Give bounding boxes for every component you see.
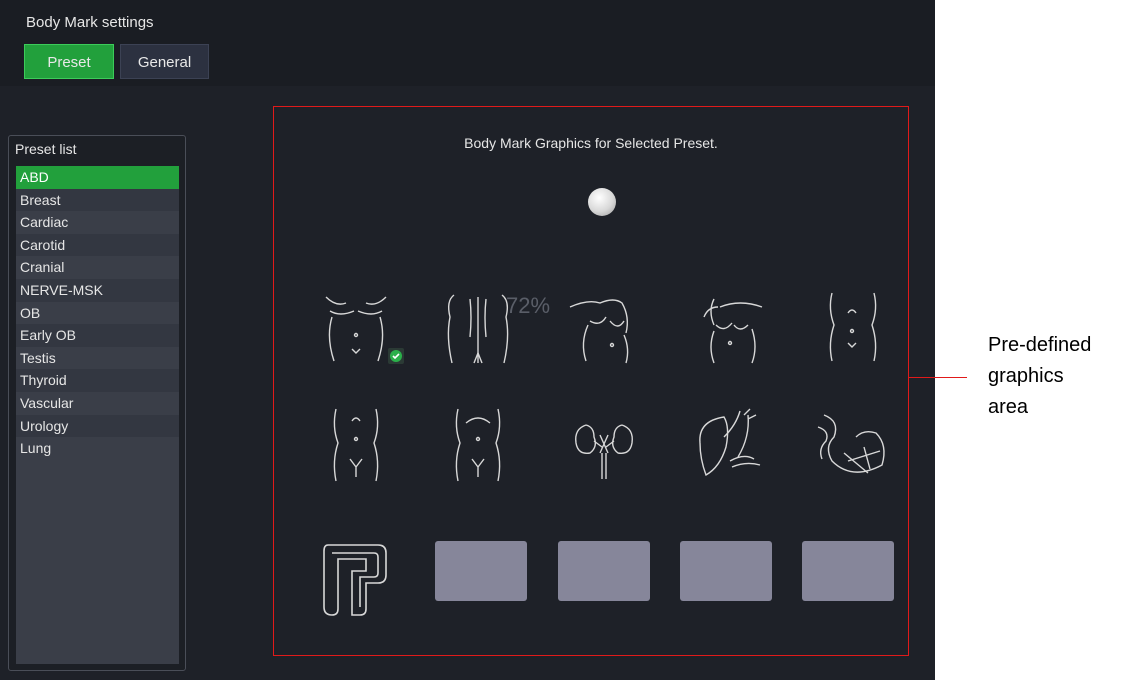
preset-list-header: Preset list: [15, 141, 77, 157]
probe-icon[interactable]: [304, 527, 400, 623]
preset-item-breast[interactable]: Breast: [16, 188, 179, 212]
empty-graphic-slot[interactable]: [558, 541, 650, 601]
preset-item-cardiac[interactable]: Cardiac: [16, 211, 179, 234]
breast-left-icon[interactable]: [560, 277, 656, 373]
abdomen-lower-icon[interactable]: [308, 397, 404, 493]
tab-general[interactable]: General: [120, 44, 209, 79]
preset-item-abd[interactable]: ABD: [16, 166, 179, 189]
kidneys-icon[interactable]: [556, 397, 652, 493]
back-icon[interactable]: [430, 277, 526, 373]
selected-check-icon: [388, 348, 404, 364]
settings-header: Body Mark settings Preset General: [0, 0, 935, 86]
empty-graphic-slot[interactable]: [680, 541, 772, 601]
stomach-icon[interactable]: [804, 397, 900, 493]
preset-list-panel: Preset list ABD Breast Cardiac Carotid C…: [8, 135, 186, 671]
ultrasound-screen: Body Mark settings Preset General Preset…: [0, 0, 935, 680]
preset-item-vascular[interactable]: Vascular: [16, 391, 179, 415]
abdomen-icon[interactable]: [804, 277, 900, 373]
preset-item-testis[interactable]: Testis: [16, 346, 179, 370]
annotation-leader-line: [909, 377, 967, 378]
preset-item-urology[interactable]: Urology: [16, 414, 179, 438]
window-title: Body Mark settings: [26, 14, 154, 31]
preset-list: ABD Breast Cardiac Carotid Cranial NERVE…: [16, 166, 179, 664]
preset-item-nerve-msk[interactable]: NERVE-MSK: [16, 278, 179, 302]
breast-right-icon[interactable]: [684, 277, 780, 373]
preset-item-carotid[interactable]: Carotid: [16, 233, 179, 257]
preset-item-cranial[interactable]: Cranial: [16, 256, 179, 279]
annotation-line-1: Pre-defined: [988, 334, 1092, 356]
annotation-line-3: area: [988, 396, 1029, 418]
annotation-label: Pre-defined graphics area: [988, 330, 1091, 423]
graphics-area: Body Mark Graphics for Selected Preset. …: [273, 106, 909, 656]
preset-item-early-ob[interactable]: Early OB: [16, 324, 179, 347]
abdomen-pelvis-icon[interactable]: [430, 397, 526, 493]
preset-item-ob[interactable]: OB: [16, 301, 179, 325]
white-ball-icon: [588, 188, 616, 216]
preset-item-lung[interactable]: Lung: [16, 437, 179, 460]
preset-item-thyroid[interactable]: Thyroid: [16, 369, 179, 392]
tab-preset[interactable]: Preset: [24, 44, 114, 79]
empty-graphic-slot[interactable]: [802, 541, 894, 601]
empty-graphic-slot[interactable]: [435, 541, 527, 601]
liver-icon[interactable]: [684, 397, 780, 493]
annotation-line-2: graphics: [988, 365, 1064, 387]
graphics-heading: Body Mark Graphics for Selected Preset.: [464, 135, 718, 151]
